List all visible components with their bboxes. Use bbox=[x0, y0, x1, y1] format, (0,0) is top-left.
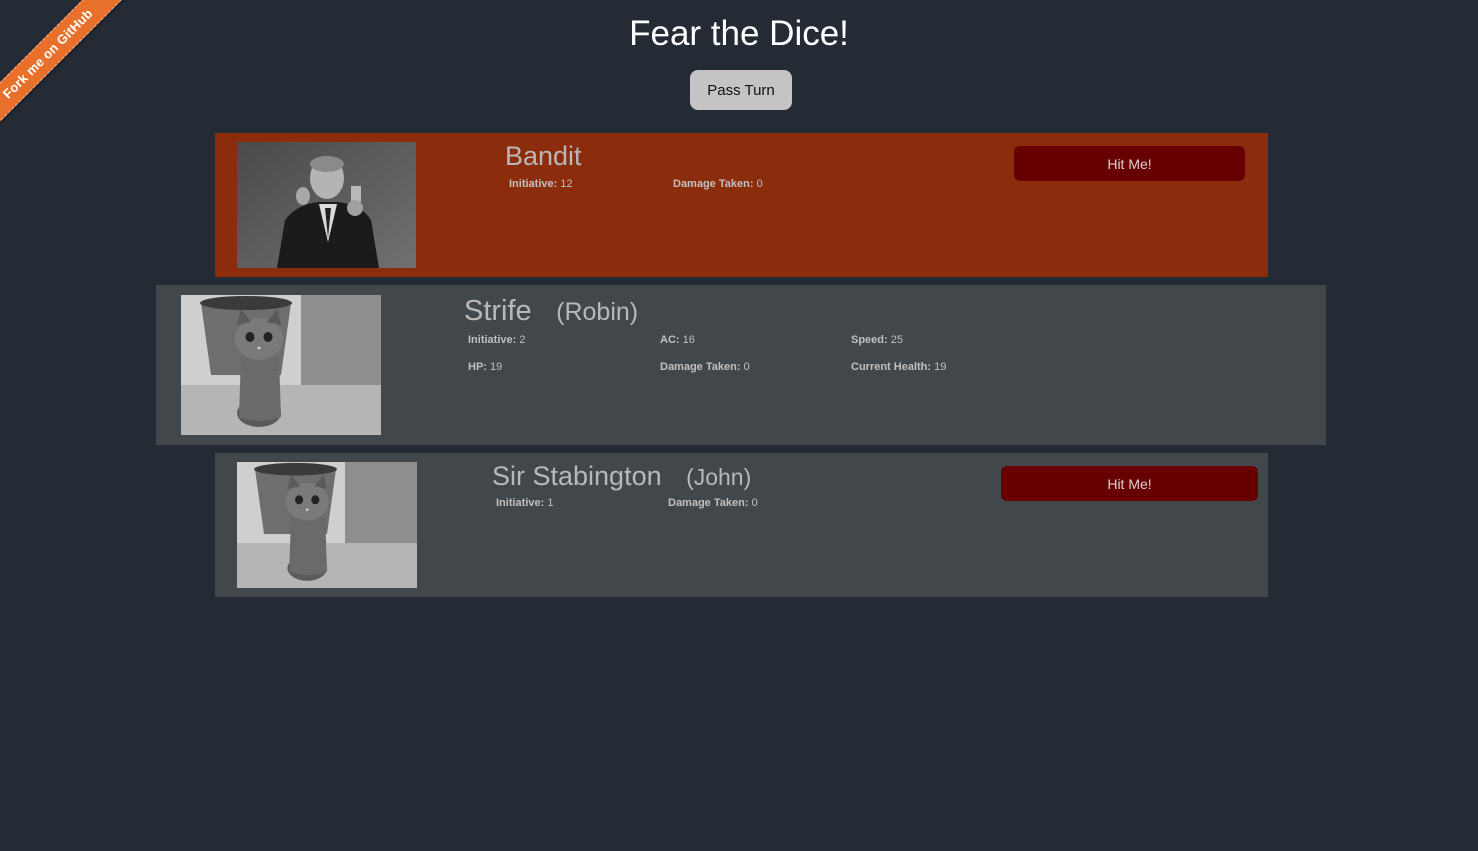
player-name: (John) bbox=[686, 464, 752, 490]
combatant-card-strife: Strife (Robin) Initiative: 2 AC: 16 Spee… bbox=[156, 285, 1326, 445]
stat-label: Initiative: bbox=[509, 178, 558, 190]
page: Fork me on GitHub Fear the Dice! Pass Tu… bbox=[0, 0, 1478, 851]
stat-damage-taken: Damage Taken: 0 bbox=[668, 497, 758, 509]
hit-me-button[interactable]: Hit Me! bbox=[1001, 466, 1258, 501]
stat-value: 0 bbox=[756, 178, 763, 190]
combatant-card-bandit: Bandit Initiative: 12 Damage Taken: 0 Hi… bbox=[215, 133, 1268, 277]
stat-label: HP: bbox=[468, 361, 487, 373]
player-name: (Robin) bbox=[556, 298, 639, 326]
hit-me-button[interactable]: Hit Me! bbox=[1014, 146, 1245, 181]
kitten-photo-icon bbox=[237, 462, 417, 588]
stat-label: AC: bbox=[660, 334, 680, 346]
stat-initiative: Initiative: 1 bbox=[496, 497, 553, 509]
stat-label: Damage Taken: bbox=[668, 497, 749, 509]
pass-turn-button[interactable]: Pass Turn bbox=[690, 70, 792, 110]
stat-value: 0 bbox=[751, 497, 758, 509]
portrait-image bbox=[237, 462, 417, 588]
stat-value: 25 bbox=[890, 334, 903, 346]
stat-label: Current Health: bbox=[851, 361, 932, 373]
stat-value: 19 bbox=[934, 361, 947, 373]
character-name: Sir Stabington bbox=[492, 461, 662, 491]
man-in-suit-photo-icon bbox=[237, 142, 416, 268]
stat-initiative: Initiative: 12 bbox=[509, 178, 573, 190]
stat-damage-taken: Damage Taken: 0 bbox=[673, 178, 763, 190]
portrait-image bbox=[181, 295, 381, 435]
stat-value: 12 bbox=[560, 178, 573, 190]
combatant-name-row: Sir Stabington (John) bbox=[492, 461, 751, 492]
stat-initiative: Initiative: 2 bbox=[468, 334, 525, 346]
stat-value: 2 bbox=[519, 334, 526, 346]
portrait-image bbox=[237, 142, 416, 268]
stat-speed: Speed: 25 bbox=[851, 334, 903, 346]
character-name: Bandit bbox=[505, 141, 582, 171]
combatant-card-sir-stabington: Sir Stabington (John) Initiative: 1 Dama… bbox=[215, 453, 1268, 597]
stat-value: 19 bbox=[490, 361, 503, 373]
kitten-photo-icon bbox=[181, 295, 381, 435]
combatant-name-row: Bandit bbox=[505, 141, 582, 172]
combatant-name-row: Strife (Robin) bbox=[464, 295, 638, 328]
stat-label: Damage Taken: bbox=[660, 361, 741, 373]
stat-label: Speed: bbox=[851, 334, 888, 346]
stat-damage-taken: Damage Taken: 0 bbox=[660, 361, 750, 373]
stat-label: Initiative: bbox=[468, 334, 517, 346]
page-title: Fear the Dice! bbox=[629, 14, 849, 53]
stat-value: 1 bbox=[547, 497, 554, 509]
stat-value: 16 bbox=[682, 334, 695, 346]
stat-value: 0 bbox=[743, 361, 750, 373]
stat-label: Damage Taken: bbox=[673, 178, 754, 190]
stat-current-health: Current Health: 19 bbox=[851, 361, 946, 373]
stat-ac: AC: 16 bbox=[660, 334, 695, 346]
character-name: Strife bbox=[464, 295, 532, 327]
stat-hp: HP: 19 bbox=[468, 361, 502, 373]
stat-label: Initiative: bbox=[496, 497, 545, 509]
